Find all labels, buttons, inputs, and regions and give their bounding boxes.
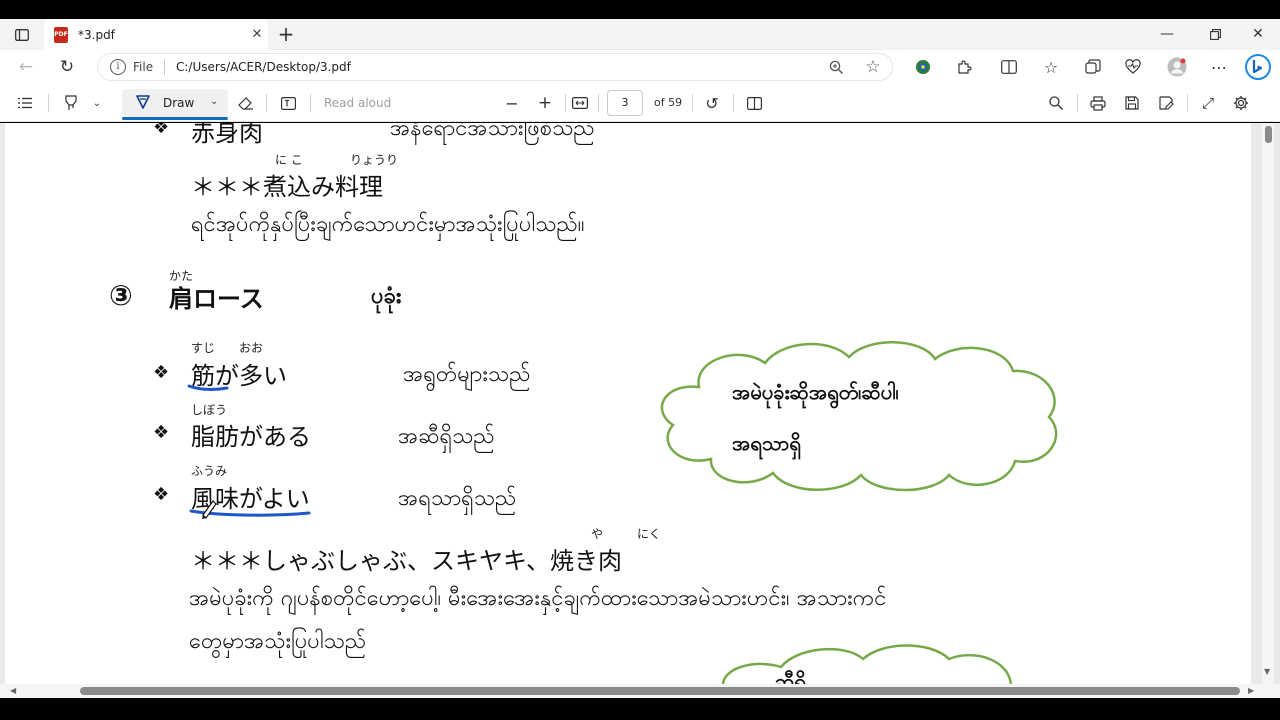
- horizontal-scrollbar[interactable]: ◀ ▶: [0, 684, 1262, 698]
- browser-window: PDF *3.pdf ✕ + — ✕ ← ↻ i File C:/Users/A…: [0, 0, 1280, 720]
- cloud-text-line-2: အရသာရှိ: [732, 431, 801, 455]
- collections-icon[interactable]: [1082, 56, 1104, 78]
- draw-label: Draw: [163, 96, 195, 110]
- extension-globe-icon[interactable]: [912, 56, 934, 78]
- toolbar-divider: [598, 94, 599, 112]
- tab-actions-icon[interactable]: [10, 25, 34, 45]
- file-label: File: [133, 60, 154, 74]
- cloud-text-line-1: အမဲပုခုံးဆိုအရွတ်၊ဆီပါ၊: [732, 380, 899, 404]
- toolbar-divider: [48, 94, 49, 112]
- draw-active-indicator: [122, 117, 228, 120]
- pdf-page: ❖ 赤身肉 အနီရောင်အသားဖြစ်သည် に こ りょうり ＊＊＊煮込…: [5, 123, 1251, 684]
- zoom-out-icon[interactable]: −: [501, 92, 523, 114]
- url-text[interactable]: C:/Users/ACER/Desktop/3.pdf: [176, 60, 351, 74]
- rotate-icon[interactable]: ↺: [701, 92, 723, 114]
- refresh-icon[interactable]: ↻: [55, 56, 79, 78]
- toolbar-divider: [692, 94, 693, 112]
- horizontal-scroll-thumb[interactable]: [80, 687, 1240, 695]
- info-icon[interactable]: i: [110, 59, 126, 75]
- toolbar-divider: [1077, 94, 1078, 112]
- close-tab-icon[interactable]: ✕: [246, 27, 268, 42]
- tab-title: *3.pdf: [78, 27, 115, 42]
- new-tab-button[interactable]: +: [274, 22, 298, 46]
- eraser-icon[interactable]: [235, 93, 257, 113]
- highlight-icon[interactable]: [60, 93, 82, 113]
- scroll-down-arrow-icon[interactable]: ▼: [1264, 667, 1270, 676]
- toolbar-divider: [733, 94, 734, 112]
- page-total: of 59: [654, 96, 683, 109]
- scrollbar-corner: [1262, 684, 1280, 698]
- settings-gear-icon[interactable]: [1230, 92, 1252, 114]
- vertical-scrollbar[interactable]: ▼: [1262, 123, 1274, 684]
- toolbar-divider: [565, 94, 566, 112]
- draw-pen-icon: [136, 95, 150, 114]
- back-icon[interactable]: ←: [14, 56, 38, 78]
- cloud-callout: [660, 341, 1058, 492]
- address-divider: [164, 59, 165, 75]
- split-screen-icon[interactable]: [998, 56, 1020, 78]
- pdf-viewer[interactable]: ❖ 赤身肉 အနီရောင်အသားဖြစ်သည် に こ りょうり ＊＊＊煮込…: [0, 123, 1280, 684]
- fit-to-width-icon[interactable]: [569, 93, 591, 113]
- zoom-in-icon[interactable]: +: [534, 92, 556, 114]
- print-icon[interactable]: [1087, 92, 1109, 114]
- address-bar[interactable]: i File C:/Users/ACER/Desktop/3.pdf ☆: [97, 53, 893, 81]
- search-icon[interactable]: [1045, 92, 1067, 114]
- fullscreen-icon[interactable]: ⤢: [1197, 92, 1219, 114]
- extensions-puzzle-icon[interactable]: [953, 56, 975, 78]
- close-window-icon[interactable]: ✕: [1246, 23, 1270, 45]
- favorites-icon[interactable]: ☆: [1040, 56, 1062, 78]
- copilot-icon[interactable]: [1244, 53, 1272, 81]
- toolbar-divider: [1187, 94, 1188, 112]
- browser-essentials-icon[interactable]: [1122, 56, 1144, 78]
- save-as-icon[interactable]: [1155, 92, 1177, 114]
- favorite-star-icon[interactable]: ☆: [862, 57, 884, 77]
- table-of-contents-icon[interactable]: [14, 93, 36, 113]
- tab-strip: PDF *3.pdf ✕ + — ✕: [0, 19, 1280, 50]
- page-view-icon[interactable]: [743, 93, 765, 113]
- save-icon[interactable]: [1121, 92, 1143, 114]
- vertical-scroll-thumb[interactable]: [1265, 126, 1272, 143]
- address-row: ← ↻ i File C:/Users/ACER/Desktop/3.pdf ☆…: [0, 50, 1280, 84]
- cloud-callout-partial: [722, 644, 1013, 684]
- highlight-chevron-down-icon[interactable]: ⌄: [89, 94, 105, 112]
- more-options-icon[interactable]: ⋯: [1208, 56, 1230, 78]
- toolbar-divider: [266, 94, 267, 112]
- add-text-icon[interactable]: [277, 93, 299, 113]
- tab-pdf[interactable]: PDF *3.pdf ✕: [44, 19, 268, 50]
- profile-avatar[interactable]: [1165, 55, 1189, 79]
- scroll-right-arrow-icon[interactable]: ▶: [1248, 686, 1254, 695]
- bottom-edge: [0, 698, 1280, 720]
- draw-button[interactable]: Draw ⌄: [122, 89, 228, 117]
- page-number-input[interactable]: 3: [607, 90, 643, 116]
- toolbar-divider: [310, 94, 311, 112]
- scroll-left-arrow-icon[interactable]: ◀: [10, 686, 16, 695]
- minimize-icon[interactable]: —: [1155, 23, 1179, 45]
- cloud2-partial-text: ဆီရှိ: [775, 669, 806, 684]
- pdf-file-icon: PDF: [54, 26, 68, 43]
- draw-chevron-down-icon[interactable]: ⌄: [210, 96, 218, 107]
- restore-icon[interactable]: [1203, 23, 1227, 45]
- read-aloud-button[interactable]: Read aloud: [324, 96, 391, 110]
- pdf-toolbar: ⌄ Draw ⌄ Read aloud − + 3 of 59 ↺ ⤢: [0, 84, 1280, 122]
- zoom-icon[interactable]: [825, 57, 847, 77]
